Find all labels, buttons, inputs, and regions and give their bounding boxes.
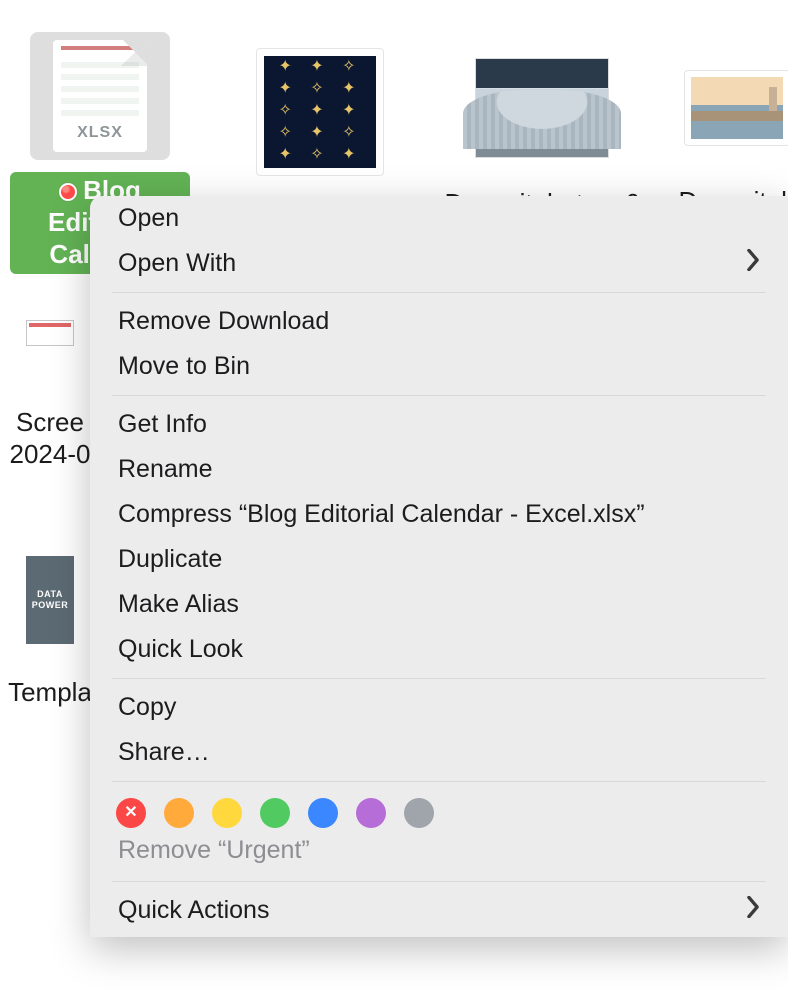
tag-orange[interactable] <box>164 798 194 828</box>
context-menu: Open Open With Remove Download Move to B… <box>90 196 788 937</box>
tag-picker <box>90 788 788 834</box>
file-thumbnail <box>26 320 74 346</box>
tag-green[interactable] <box>260 798 290 828</box>
file-depositphotos-2[interactable]: Depositphotos_6 <box>452 58 632 218</box>
image-preview-icon: DATA POWER <box>26 556 74 644</box>
desktop-icon-view: XLSX Blog Editorial Calenda ● Depositpho… <box>0 0 788 1000</box>
file-thumbnail <box>475 58 609 158</box>
menu-item-label: Get Info <box>118 410 207 439</box>
menu-separator <box>112 395 766 396</box>
menu-item-label: Remove “Urgent” <box>118 836 310 865</box>
file-label: Scree 2024-0 <box>10 406 91 470</box>
file-thumbnail: XLSX <box>30 32 170 160</box>
file-thumbnail <box>684 70 788 146</box>
menu-item-label: Quick Actions <box>118 896 269 925</box>
tag-blue[interactable] <box>308 798 338 828</box>
image-preview-icon <box>691 77 783 139</box>
chevron-right-icon <box>746 896 760 925</box>
menu-item-label: Remove Download <box>118 307 329 336</box>
menu-item-open-with[interactable]: Open With <box>90 241 788 286</box>
image-preview-icon <box>264 56 376 168</box>
menu-item-copy[interactable]: Copy <box>90 685 788 730</box>
menu-item-move-to-bin[interactable]: Move to Bin <box>90 344 788 389</box>
menu-item-compress[interactable]: Compress “Blog Editorial Calendar - Exce… <box>90 492 788 537</box>
menu-item-label: Make Alias <box>118 590 239 619</box>
file-thumbnail: DATA POWER <box>26 556 74 644</box>
menu-item-remove-download[interactable]: Remove Download <box>90 299 788 344</box>
tag-gray[interactable] <box>404 798 434 828</box>
file-label: Templa <box>8 678 92 706</box>
menu-item-label: Copy <box>118 693 176 722</box>
menu-item-label: Compress “Blog Editorial Calendar - Exce… <box>118 500 645 529</box>
file-thumbnail <box>256 48 384 176</box>
menu-item-label: Share… <box>118 738 210 767</box>
menu-item-make-alias[interactable]: Make Alias <box>90 582 788 627</box>
menu-item-get-info[interactable]: Get Info <box>90 402 788 447</box>
menu-item-label: Open <box>118 204 179 233</box>
menu-separator <box>112 781 766 782</box>
menu-item-duplicate[interactable]: Duplicate <box>90 537 788 582</box>
menu-item-share[interactable]: Share… <box>90 730 788 775</box>
menu-item-quick-actions[interactable]: Quick Actions <box>90 888 788 933</box>
file-extension-badge: XLSX <box>53 124 147 142</box>
chevron-right-icon <box>746 249 760 278</box>
file-screenshot[interactable]: Scree 2024-0 <box>0 320 100 470</box>
menu-item-label: Quick Look <box>118 635 243 664</box>
image-preview-icon <box>476 59 608 157</box>
menu-item-label: Duplicate <box>118 545 222 574</box>
file-depositphotos-3[interactable]: Depositph <box>672 70 788 216</box>
menu-item-label: Open With <box>118 249 236 278</box>
tag-purple[interactable] <box>356 798 386 828</box>
menu-item-remove-tag[interactable]: Remove “Urgent” <box>90 834 788 875</box>
menu-separator <box>112 292 766 293</box>
menu-item-open[interactable]: Open <box>90 196 788 241</box>
menu-item-rename[interactable]: Rename <box>90 447 788 492</box>
menu-item-label: Rename <box>118 455 213 484</box>
tag-yellow[interactable] <box>212 798 242 828</box>
xlsx-icon: XLSX <box>53 40 147 152</box>
tag-dot-red-icon <box>59 183 77 201</box>
menu-separator <box>112 881 766 882</box>
menu-separator <box>112 678 766 679</box>
image-preview-icon <box>26 320 74 346</box>
tag-red[interactable] <box>116 798 146 828</box>
menu-item-quick-look[interactable]: Quick Look <box>90 627 788 672</box>
menu-item-label: Move to Bin <box>118 352 250 381</box>
file-templates[interactable]: DATA POWER Templa <box>0 556 100 706</box>
